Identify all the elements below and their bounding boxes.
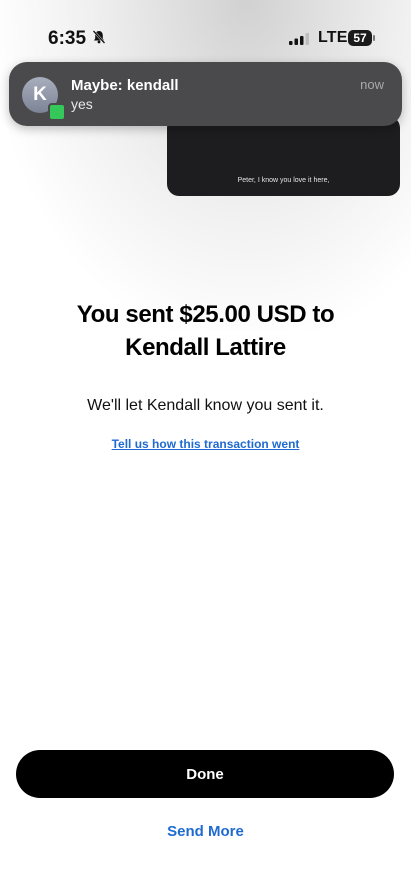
send-more-link[interactable]: Send More bbox=[20, 823, 391, 840]
status-bar: 6:35 LTE 57 bbox=[0, 22, 411, 52]
status-time: 6:35 bbox=[48, 28, 87, 49]
bell-muted-icon bbox=[91, 29, 107, 50]
battery-tip bbox=[373, 35, 375, 41]
message-notification[interactable]: K Maybe: kendall yes now bbox=[9, 62, 402, 126]
video-caption: Peter, I know you love it here, bbox=[237, 177, 330, 184]
headline-line-2: Kendall Lattire bbox=[125, 334, 286, 361]
headline-line-1: You sent $25.00 USD to bbox=[76, 301, 335, 328]
battery-icon: 57 bbox=[348, 30, 372, 46]
done-button[interactable]: Done bbox=[16, 750, 394, 798]
page-title: You sent $25.00 USD to Kendall Lattire bbox=[40, 298, 371, 364]
cellular-signal-icon bbox=[289, 32, 311, 50]
confirmation-subtext: We'll let Kendall know you sent it. bbox=[87, 397, 324, 414]
feedback-link[interactable]: Tell us how this transaction went bbox=[20, 437, 391, 451]
notification-time: now bbox=[360, 77, 384, 92]
video-preview[interactable]: Peter, I know you love it here, bbox=[167, 116, 400, 196]
messages-app-icon bbox=[48, 103, 66, 121]
notification-body: yes bbox=[71, 96, 93, 112]
network-type: LTE bbox=[318, 29, 348, 46]
notification-title: Maybe: kendall bbox=[71, 77, 179, 94]
